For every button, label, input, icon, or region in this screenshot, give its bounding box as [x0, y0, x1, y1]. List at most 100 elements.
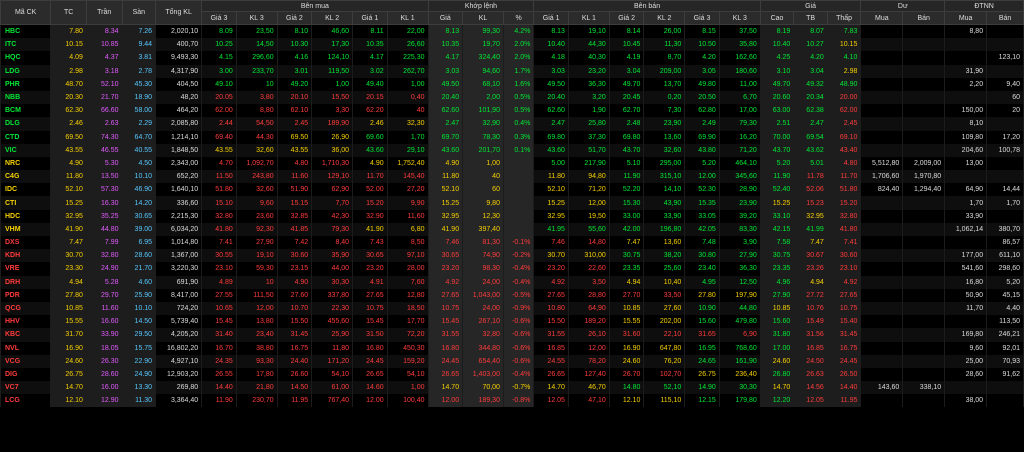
symbol-cell[interactable]: HDC — [0, 209, 52, 223]
table-row[interactable]: HDC 32.95 35.25 30.65 2,215,30 32.80 23,60 32.8… — [0, 209, 1024, 223]
table-row[interactable]: LCG 12.10 12.90 11.30 3,364,40 11.90 230,70 11.… — [0, 394, 1024, 408]
symbol-cell[interactable]: ITC — [0, 38, 52, 52]
symbol-cell[interactable]: KDH — [0, 249, 52, 263]
table-row[interactable]: VCG 24.60 26.30 22.90 4,927,10 24.35 93,30 24.4… — [0, 354, 1024, 368]
symbol-cell[interactable]: DXS — [0, 236, 52, 250]
symbol-cell[interactable]: VRE — [0, 262, 52, 276]
col-header-bid-price-2[interactable]: Giá 2 — [276, 11, 313, 25]
table-row[interactable]: NVL 16.90 18.05 15.75 16,802,20 16.70 38,80 16.… — [0, 341, 1024, 355]
table-row[interactable]: DLG 2.46 2.63 2.29 2,085,80 2.44 54,50 2.45 189,… — [0, 117, 1024, 131]
symbol-cell[interactable]: VCG — [0, 354, 52, 368]
table-row[interactable]: PDR 27.80 29.70 25.90 8,417,00 27.55 111,50 27.… — [0, 288, 1024, 302]
col-header-low[interactable]: Thấp — [826, 11, 862, 25]
col-header-remain-buy[interactable]: Mua — [860, 11, 904, 25]
col-header-symbol[interactable]: Mã CK — [0, 0, 52, 25]
symbol-cell[interactable]: PDR — [0, 288, 52, 302]
col-header-ask-price-2[interactable]: Giá 2 — [608, 11, 645, 25]
table-row[interactable]: VHM 41.90 44.80 39.00 6,034,20 41.80 92,30 41.8… — [0, 222, 1024, 236]
col-header-ceil[interactable]: Trần — [85, 0, 123, 25]
table-row[interactable]: DIG 26.75 28.60 24.90 12,903,20 26.55 17,80 26.… — [0, 367, 1024, 382]
col-header-ask-vol-1[interactable]: KL 1 — [567, 11, 610, 25]
symbol-cell[interactable]: NVL — [0, 341, 52, 355]
symbol-cell[interactable]: VIC — [0, 143, 52, 157]
table-row[interactable]: DRH 4.94 5.28 4.60 691,90 4.89 10 4.90 30,30 4.91… — [0, 275, 1024, 289]
ask-vol-3-cell: 345,60 — [718, 170, 761, 184]
symbol-cell[interactable]: HBC — [0, 24, 52, 39]
symbol-cell[interactable]: PHR — [0, 77, 52, 91]
ask-vol-3-cell: 35,80 — [718, 38, 761, 52]
symbol-cell[interactable]: QCG — [0, 301, 52, 316]
table-row[interactable]: KDH 30.70 32.80 28.60 1,367,00 30.55 19,10 30.6… — [0, 249, 1024, 263]
col-header-floor[interactable]: Sàn — [121, 0, 157, 25]
table-row[interactable]: LDG 2.98 3.18 2.78 4,317,90 3.00 233,70 3.01 119… — [0, 64, 1024, 78]
col-header-ask-vol-2[interactable]: KL 2 — [643, 11, 686, 25]
col-header-bid-vol-1[interactable]: KL 1 — [386, 11, 429, 25]
symbol-cell[interactable]: HQC — [0, 51, 52, 65]
symbol-cell[interactable]: C4G — [0, 170, 52, 184]
col-header-average[interactable]: TB — [793, 11, 828, 25]
symbol-cell[interactable]: CTD — [0, 130, 52, 144]
col-header-match-vol[interactable]: KL — [462, 11, 504, 25]
col-header-bid-vol-3[interactable]: KL 3 — [235, 11, 278, 25]
symbol-cell[interactable]: IDC — [0, 183, 52, 197]
table-row[interactable]: CTD 69.50 74.30 64.70 1,214,10 69.40 44,30 69.5… — [0, 130, 1024, 144]
table-row[interactable]: KBC 31.70 33.90 29.50 4,205,20 31.40 23,40 31.4… — [0, 328, 1024, 342]
table-row[interactable]: NRC 4.90 5.30 4.50 2,343,00 4.70 1,092,70 4.80 1… — [0, 156, 1024, 171]
col-header-ask-vol-3[interactable]: KL 3 — [718, 11, 761, 25]
bid-vol-3-cell: 44,30 — [235, 130, 278, 144]
symbol-cell[interactable]: DIG — [0, 367, 52, 382]
col-header-ask-price-3[interactable]: Giá 3 — [684, 11, 720, 25]
symbol-cell[interactable]: BCM — [0, 104, 52, 118]
table-row[interactable]: NBB 20.30 21.70 18.90 48,20 20.05 3,80 20.10 15,… — [0, 90, 1024, 105]
col-header-ref[interactable]: TC — [50, 0, 87, 25]
symbol-cell[interactable]: VHM — [0, 222, 52, 236]
match-vol-cell: 654,40 — [462, 354, 504, 368]
table-row[interactable]: CTI 15.25 16.30 14.20 336,60 15.10 9,60 15.15 7,… — [0, 196, 1024, 210]
symbol-cell[interactable]: LDG — [0, 64, 52, 78]
table-row[interactable]: C4G 11.80 13.50 10.10 652,20 11.50 243,80 11.60… — [0, 170, 1024, 184]
col-header-bid-price-3[interactable]: Giá 3 — [201, 11, 237, 25]
symbol-cell[interactable]: HHV — [0, 315, 52, 329]
table-row[interactable]: VC7 14.70 16.00 13.30 269,80 14.40 21,80 14.50 6… — [0, 381, 1024, 395]
ask-vol-3-cell: 6,90 — [718, 328, 761, 342]
bid-vol-1-cell: 100,40 — [386, 394, 429, 408]
col-header-remain-sell[interactable]: Bán — [902, 11, 946, 25]
col-header-high[interactable]: Cao — [759, 11, 795, 25]
col-header-foreign-sell[interactable]: Bán — [986, 11, 1024, 25]
table-row[interactable]: DXS 7.47 7.99 6.95 1,014,80 7.41 27,90 7.42 8,40… — [0, 236, 1024, 250]
symbol-cell[interactable]: DLG — [0, 117, 52, 131]
symbol-cell[interactable]: VC7 — [0, 381, 52, 395]
symbol-cell[interactable]: DRH — [0, 275, 52, 289]
table-row[interactable]: QCG 10.85 11.60 10.10 724,20 10.65 12,00 10.70 2… — [0, 301, 1024, 316]
match-price-cell: 15.25 — [427, 196, 464, 210]
col-header-match-pct[interactable]: % — [502, 11, 535, 25]
table-row[interactable]: VRE 23.30 24.90 21.70 3,220,30 23.10 59,30 23.1… — [0, 262, 1024, 276]
symbol-cell[interactable]: CTI — [0, 196, 52, 210]
table-row[interactable]: VIC 43.55 46.55 40.55 1,848,50 43.55 32,60 43.5… — [0, 143, 1024, 157]
table-row[interactable]: ITC 10.15 10.85 9.44 400,70 10.25 14,50 10.30 17… — [0, 38, 1024, 52]
ask-vol-2-cell: 14,10 — [643, 183, 686, 197]
match-vol-cell: 1,403,00 — [462, 367, 504, 382]
symbol-cell[interactable]: KBC — [0, 328, 52, 342]
table-row[interactable]: PHR 48.70 52.10 45.30 404,50 49.10 10 49.20 1,00… — [0, 77, 1024, 91]
col-header-ask-price-1[interactable]: Giá 1 — [533, 11, 569, 25]
symbol-cell[interactable]: NRC — [0, 156, 52, 171]
symbol-cell[interactable]: LCG — [0, 394, 52, 408]
ask-price-3-cell: 12.15 — [684, 394, 720, 408]
col-header-total-volume[interactable]: Tổng KL — [155, 0, 203, 25]
group-header-remain: Dư — [860, 0, 946, 12]
table-row[interactable]: HHV 15.55 16.60 14.50 5,739,40 15.45 13,80 15.5… — [0, 315, 1024, 329]
remain-sell-cell — [902, 262, 946, 276]
table-row[interactable]: HQC 4.09 4.37 3.81 9,493,30 4.15 296,60 4.16 124… — [0, 51, 1024, 65]
bid-price-2-cell: 43.55 — [276, 143, 313, 157]
symbol-cell[interactable]: NBB — [0, 90, 52, 105]
col-header-match-price[interactable]: Giá — [427, 11, 464, 25]
col-header-bid-vol-2[interactable]: KL 2 — [311, 11, 354, 25]
table-row[interactable]: BCM 62.30 66.60 58.00 464,20 62.00 8,80 62.10 3,… — [0, 104, 1024, 118]
col-header-foreign-buy[interactable]: Mua — [944, 11, 988, 25]
table-row[interactable]: IDC 52.10 57.30 46.90 1,640,10 51.80 32,60 51.9… — [0, 183, 1024, 197]
bid-price-1-cell: 3.02 — [352, 64, 388, 78]
table-row[interactable]: HBC 7.80 8.34 7.26 2,020,10 8.09 23,50 8.10 46,6… — [0, 24, 1024, 39]
col-header-bid-price-1[interactable]: Giá 1 — [352, 11, 388, 25]
ask-vol-1-cell: 310,00 — [567, 249, 610, 263]
